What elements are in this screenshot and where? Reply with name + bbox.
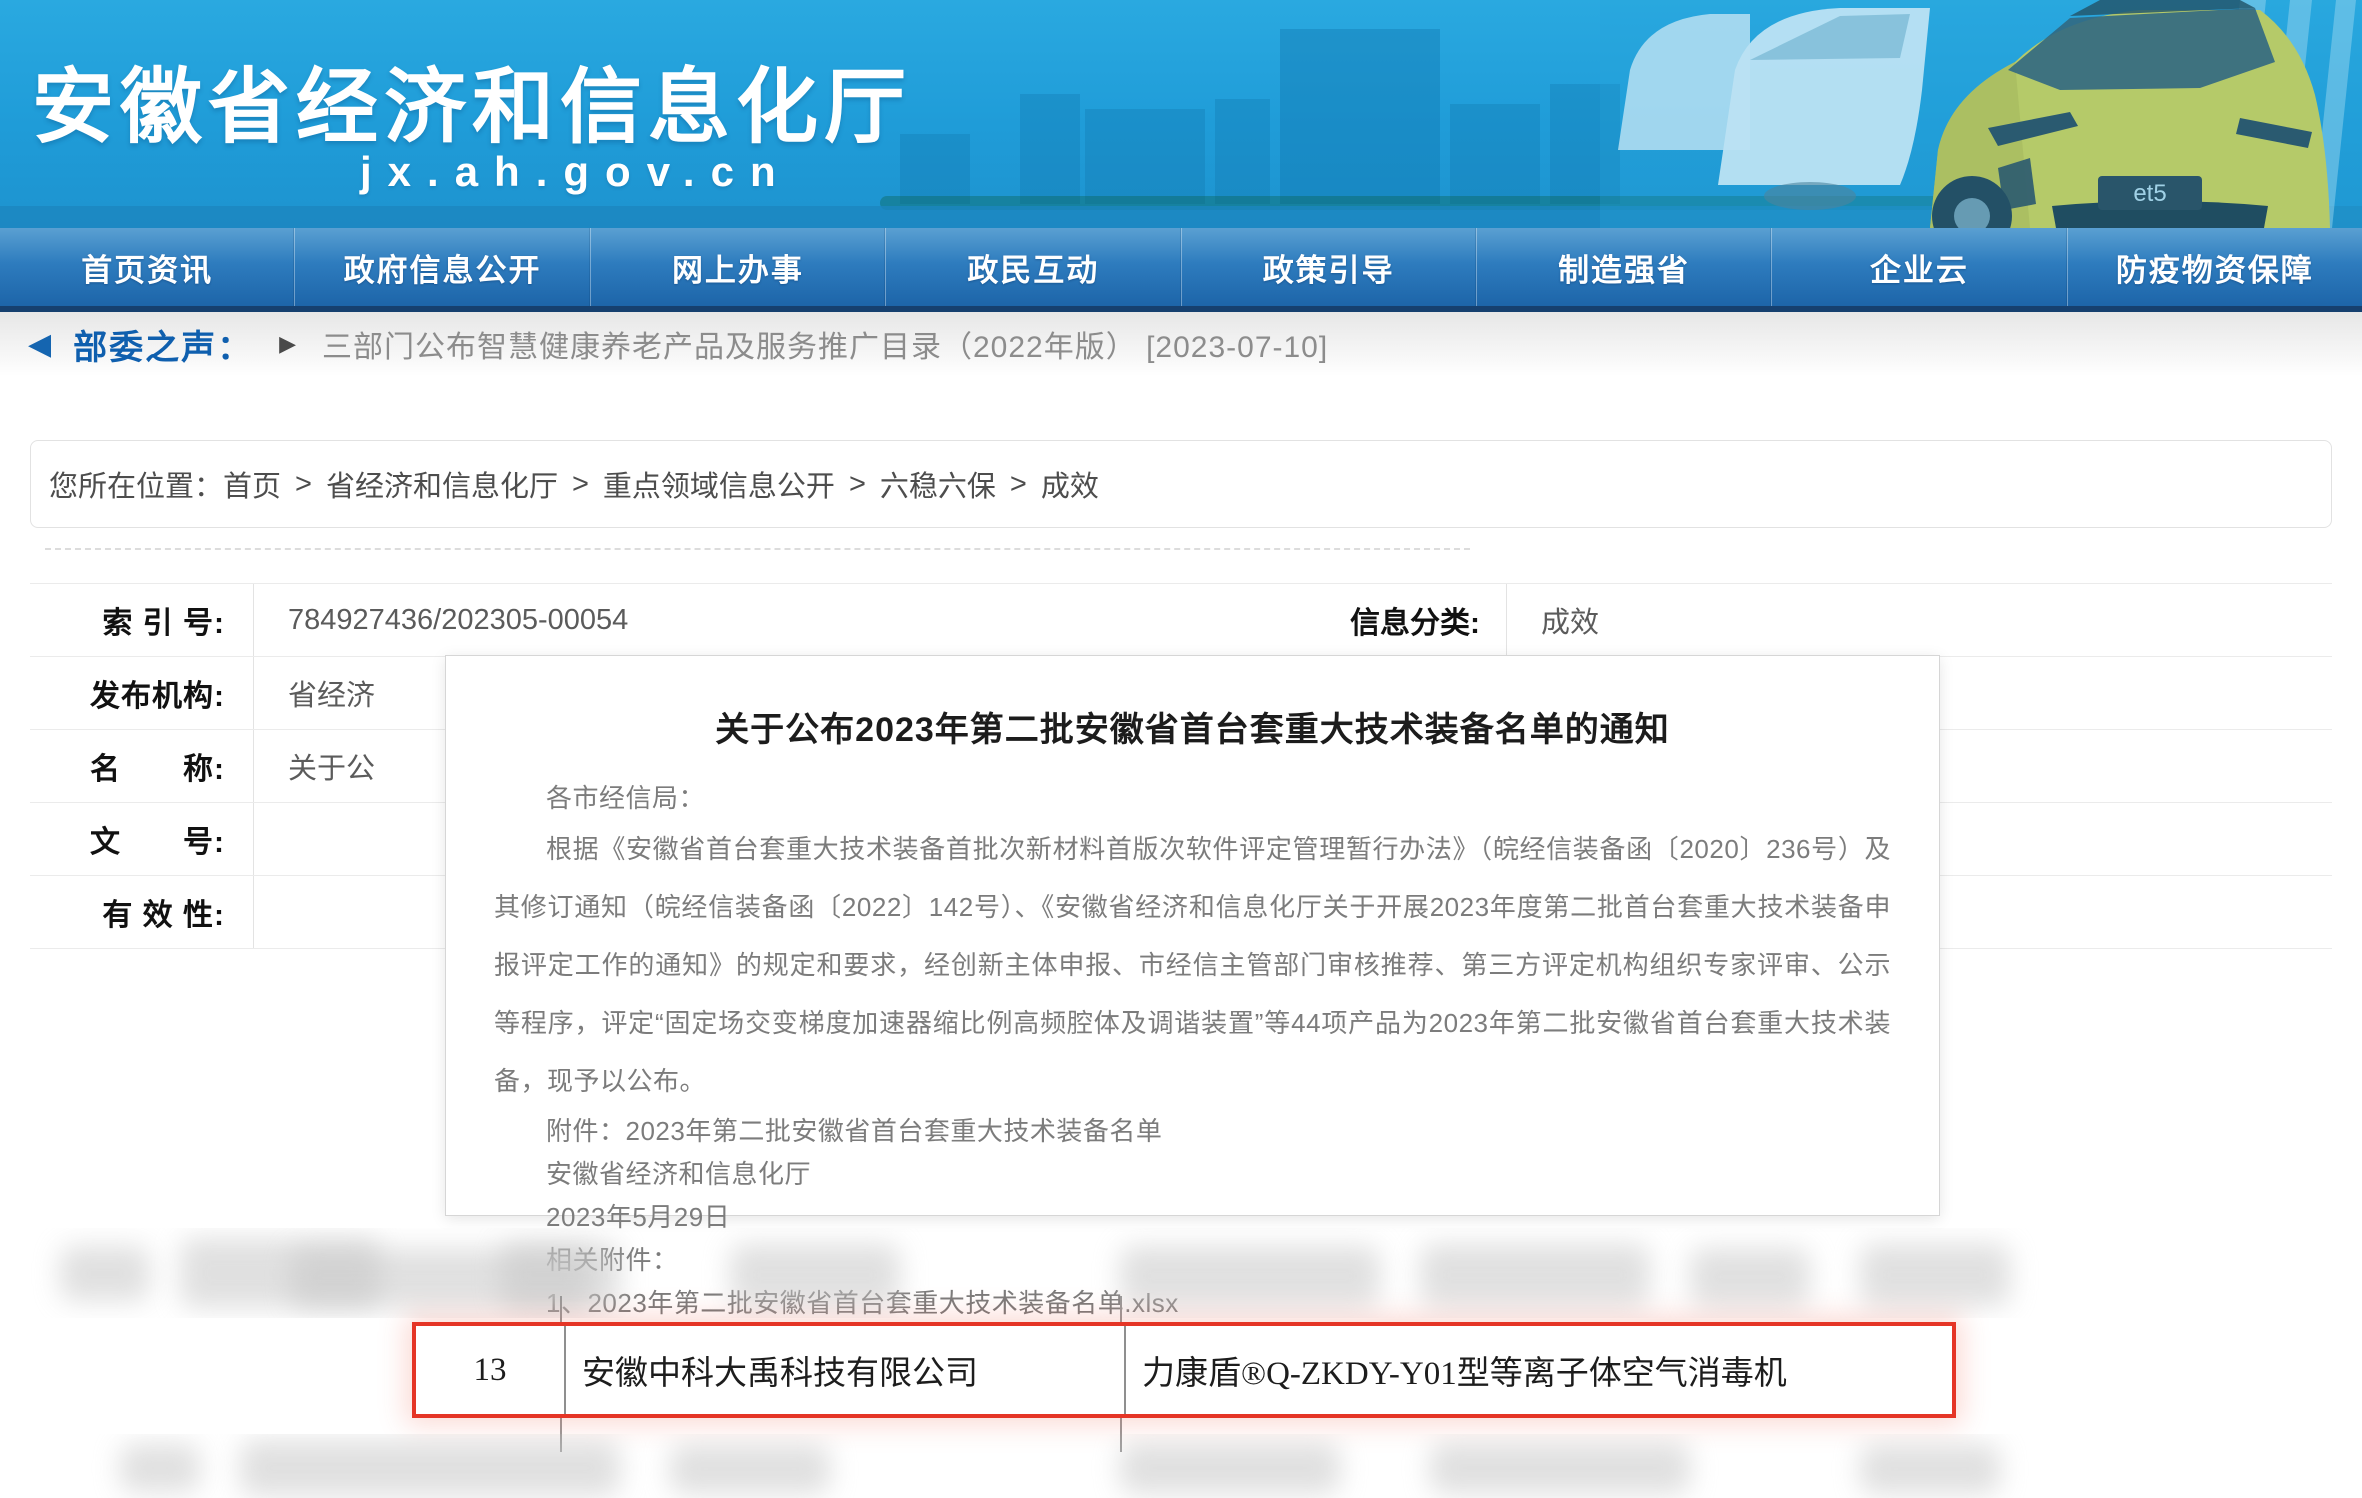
site-banner: et5 安徽省经济和信息化厅 jx.ah.gov.cn bbox=[0, 0, 2362, 228]
car-image: et5 bbox=[1600, 0, 2362, 228]
info-category-label: 信息分类: bbox=[1280, 598, 1480, 642]
row-index: 13 bbox=[416, 1326, 564, 1414]
breadcrumb-item-six-stability[interactable]: 六稳六保 bbox=[880, 463, 996, 505]
blurred-rows-bottom bbox=[30, 1434, 2332, 1498]
index-number-label: 索 引 号: bbox=[30, 598, 225, 642]
document-attachment-line: 附件：2023年第二批安徽省首台套重大技术装备名单 bbox=[494, 1110, 1891, 1153]
ticker-prev-icon[interactable]: ◀ bbox=[28, 327, 51, 362]
issuing-agency-label: 发布机构: bbox=[30, 671, 225, 715]
blurred-rows-top bbox=[30, 1228, 2332, 1318]
breadcrumb-item-results[interactable]: 成效 bbox=[1041, 463, 1099, 505]
nav-item-policy[interactable]: 政策引导 bbox=[1182, 228, 1477, 306]
row-company: 安徽中科大禹科技有限公司 bbox=[564, 1326, 1124, 1414]
nav-item-enterprise-cloud[interactable]: 企业云 bbox=[1772, 228, 2067, 306]
breadcrumb-prefix: 您所在位置： bbox=[49, 463, 223, 505]
nav-item-home[interactable]: 首页资讯 bbox=[0, 228, 295, 306]
divider-dashed bbox=[45, 548, 1470, 550]
doc-number-label: 文 号: bbox=[30, 817, 225, 861]
document-issuer: 安徽省经济和信息化厅 bbox=[494, 1153, 1891, 1196]
breadcrumb-item-key-info[interactable]: 重点领域信息公开 bbox=[603, 463, 835, 505]
page: et5 安徽省经济和信息化厅 jx.ah.gov.cn 首页资讯 政府信息公开 … bbox=[0, 0, 2362, 1498]
ticker-headline-link[interactable]: 三部门公布智慧健康养老产品及服务推广目录（2022年版） [2023-07-10… bbox=[322, 322, 1328, 366]
nav-item-interaction[interactable]: 政民互动 bbox=[886, 228, 1181, 306]
breadcrumb-item-department[interactable]: 省经济和信息化厅 bbox=[326, 463, 558, 505]
nav-item-manufacturing[interactable]: 制造强省 bbox=[1477, 228, 1772, 306]
document-salutation: 各市经信局： bbox=[494, 777, 1891, 820]
table-row: 索 引 号: 784927436/202305-00054 信息分类: 成效 bbox=[30, 583, 2332, 657]
row-product: 力康盾®Q-ZKDY-Y01型等离子体空气消毒机 bbox=[1124, 1326, 1952, 1414]
validity-label: 有 效 性: bbox=[30, 890, 225, 934]
breadcrumb-separator: > bbox=[1010, 468, 1027, 501]
breadcrumb: 您所在位置： 首页 > 省经济和信息化厅 > 重点领域信息公开 > 六稳六保 >… bbox=[30, 440, 2332, 528]
breadcrumb-separator: > bbox=[295, 468, 312, 501]
news-ticker: ◀ 部委之声： ▶ 三部门公布智慧健康养老产品及服务推广目录（2022年版） [… bbox=[0, 312, 2362, 376]
ticker-item-arrow-icon: ▶ bbox=[279, 331, 296, 357]
info-category-value: 成效 bbox=[1506, 584, 1599, 656]
main-nav: 首页资讯 政府信息公开 网上办事 政民互动 政策引导 制造强省 企业云 防疫物资… bbox=[0, 228, 2362, 312]
title-label: 名 称: bbox=[30, 744, 225, 788]
nav-item-gov-info[interactable]: 政府信息公开 bbox=[295, 228, 590, 306]
document-title: 关于公布2023年第二批安徽省首台套重大技术装备名单的通知 bbox=[494, 702, 1891, 751]
breadcrumb-separator: > bbox=[572, 468, 589, 501]
nav-item-epidemic-supplies[interactable]: 防疫物资保障 bbox=[2068, 228, 2362, 306]
nav-item-online-service[interactable]: 网上办事 bbox=[591, 228, 886, 306]
notice-document: 关于公布2023年第二批安徽省首台套重大技术装备名单的通知 各市经信局： 根据《… bbox=[445, 655, 1940, 1216]
document-body: 根据《安徽省首台套重大技术装备首批次新材料首版次软件评定管理暂行办法》（皖经信装… bbox=[494, 820, 1891, 1110]
site-url: jx.ah.gov.cn bbox=[360, 148, 792, 196]
ticker-label: 部委之声： bbox=[73, 320, 253, 369]
site-title: 安徽省经济和信息化厅 bbox=[32, 40, 912, 159]
breadcrumb-separator: > bbox=[849, 468, 866, 501]
breadcrumb-item-home[interactable]: 首页 bbox=[223, 463, 281, 505]
highlighted-table-row: 13 安徽中科大禹科技有限公司 力康盾®Q-ZKDY-Y01型等离子体空气消毒机 bbox=[412, 1322, 1956, 1418]
